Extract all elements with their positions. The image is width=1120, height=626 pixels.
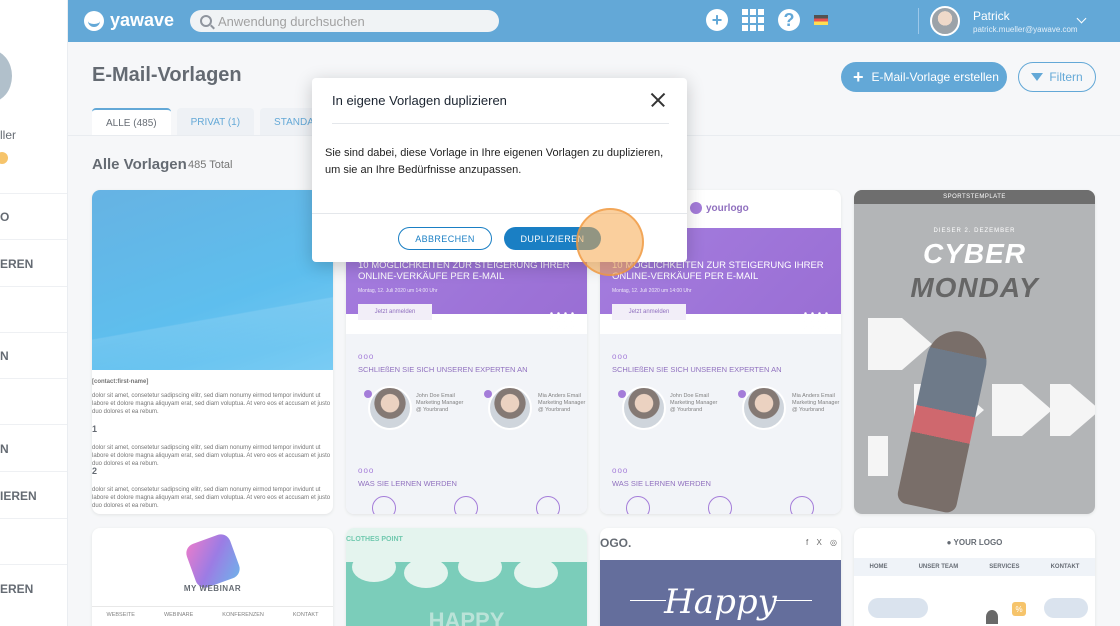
dialog-divider <box>312 213 687 214</box>
dialog-divider <box>332 123 669 124</box>
dialog-title: In eigene Vorlagen duplizieren <box>332 93 507 108</box>
close-icon[interactable] <box>650 92 666 108</box>
dialog-message: Sie sind dabei, diese Vorlage in Ihre ei… <box>325 147 664 176</box>
cancel-button[interactable]: ABBRECHEN <box>398 227 492 250</box>
click-indicator <box>576 208 644 276</box>
